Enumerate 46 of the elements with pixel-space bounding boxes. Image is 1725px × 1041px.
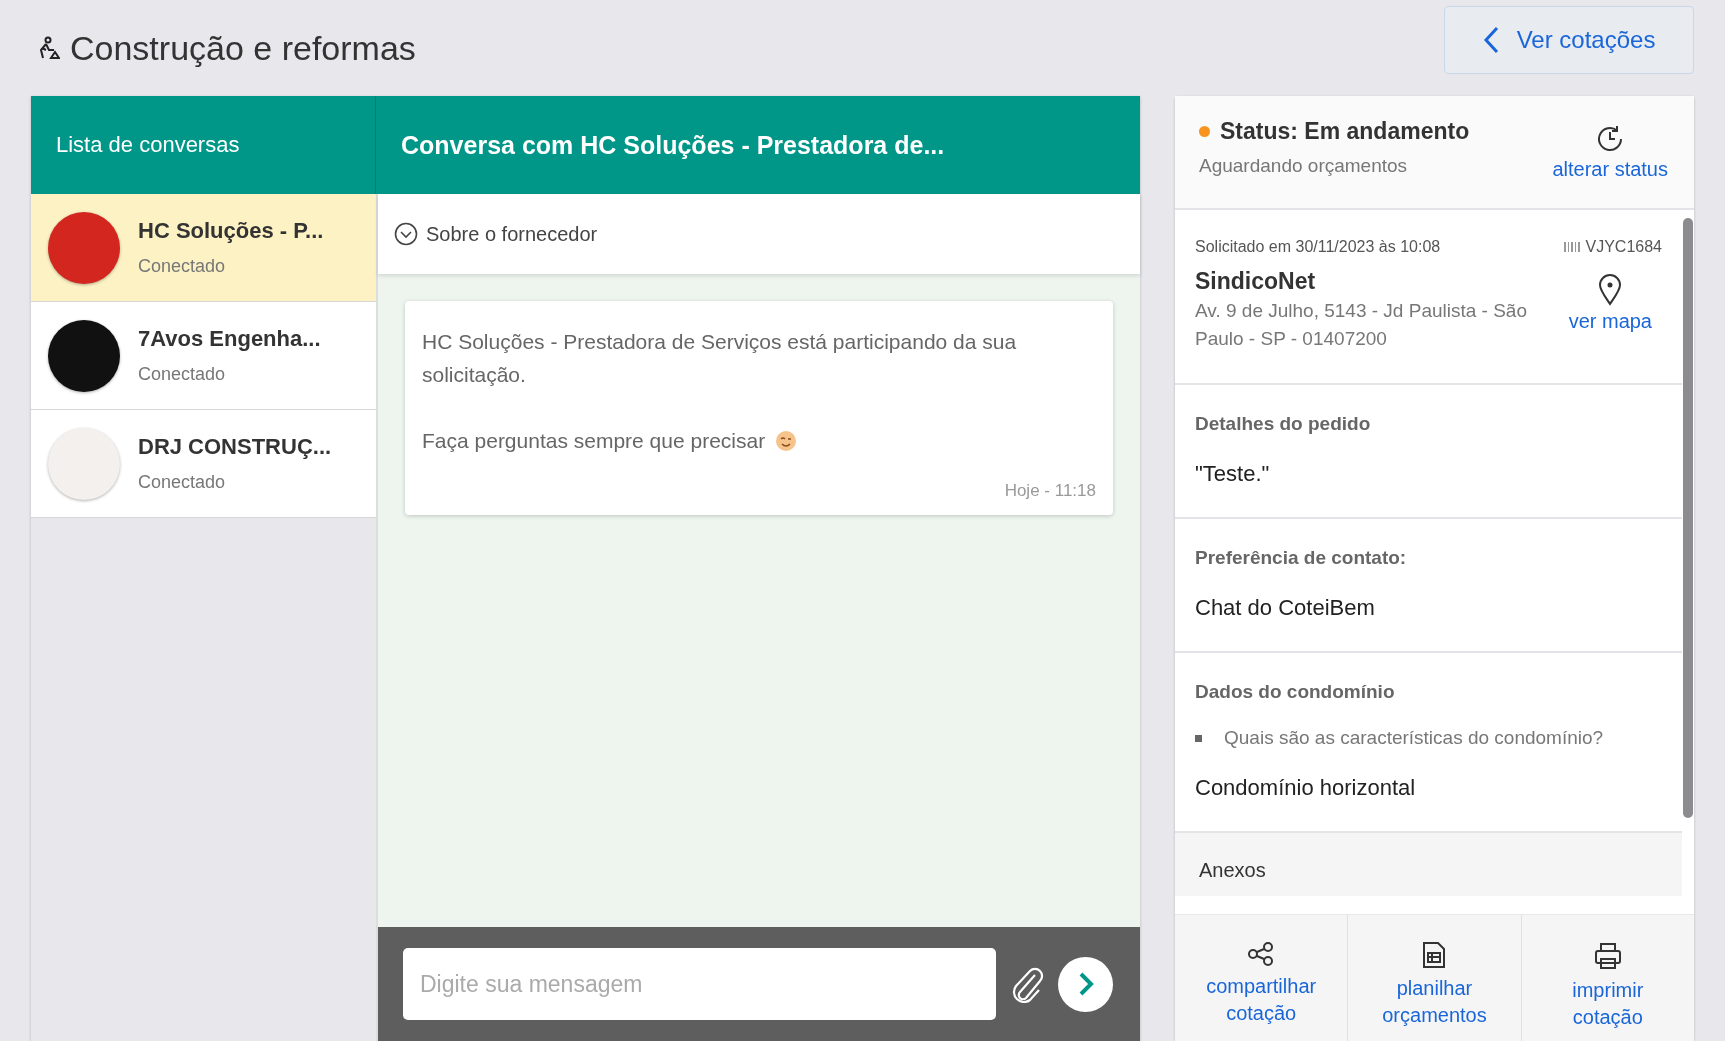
map-pin-icon [1598,274,1623,306]
conversation-item[interactable]: DRJ CONSTRUÇ... Conectado [31,410,376,518]
scrollbar-thumb[interactable] [1683,218,1693,818]
conversation-item[interactable]: HC Soluções - P... Conectado [31,194,376,302]
about-supplier-toggle[interactable]: Sobre o fornecedor [378,194,1140,274]
printer-icon [1592,941,1623,971]
spreadsheet-icon [1421,941,1448,969]
section-title: Dados do condomínio [1195,681,1396,703]
section-title: Anexos [1199,859,1267,882]
chevron-right-icon [1077,972,1094,996]
conversation-name: DRJ CONSTRUÇ... [138,434,332,460]
address-text: Av. 9 de Julho, 5143 - Jd Paulista - São Paulo - SP - 01407200 [1195,299,1528,351]
conversation-status: Conectado [138,256,227,277]
status-subtitle: Aguardando orçamentos [1199,155,1409,177]
message-text: HC Soluções - Prestadora de Serviços está participando da sua solicitação. [422,329,1018,388]
conversation-name: 7Avos Engenha... [138,326,321,352]
message-input[interactable]: Digite sua mensagem [403,948,996,1020]
send-button[interactable] [1058,956,1113,1012]
section-title: Detalhes do pedido [1195,413,1372,435]
share-icon [1247,941,1276,967]
change-status-button[interactable]: alterar status [1552,124,1668,208]
question-text: Quais são as características do condomínio? [1224,727,1604,749]
section-title: Preferência de contato: [1195,547,1408,569]
conversation-status: Conectado [138,472,227,493]
request-code: VJYC1684 [1585,238,1662,256]
chat-title: Conversa com HC Soluções - Prestadora de... [400,129,946,161]
status-label: Status: Em andamento [1220,118,1470,145]
requester-name: SindicoNet [1195,268,1317,295]
bullet-icon [1195,734,1202,742]
back-button[interactable]: Ver cotações [1444,6,1694,74]
message-time: Hoje - 11:18 [1004,481,1096,501]
chevron-down-circle-icon [394,222,418,246]
smiley-face-icon [775,429,798,452]
conversation-status: Conectado [138,364,227,385]
message-text: Faça perguntas sempre que precisar [422,428,766,454]
section-value: Chat do CoteiBem [1195,595,1376,621]
view-map-link[interactable]: ver mapa [1568,274,1652,353]
section-value: "Teste." [1195,461,1271,487]
request-date: Solicitado em 30/11/2023 às 10:08 [1195,238,1441,256]
paperclip-icon[interactable] [1010,965,1044,1003]
barcode-icon [1563,242,1580,252]
chevron-left-icon [1482,26,1499,54]
page-title: Construção e reformas [70,28,416,68]
section-value: Condomínio horizontal [1195,775,1417,801]
conversation-item[interactable]: 7Avos Engenha... Conectado [31,302,376,410]
conversation-name: HC Soluções - P... [138,218,324,244]
